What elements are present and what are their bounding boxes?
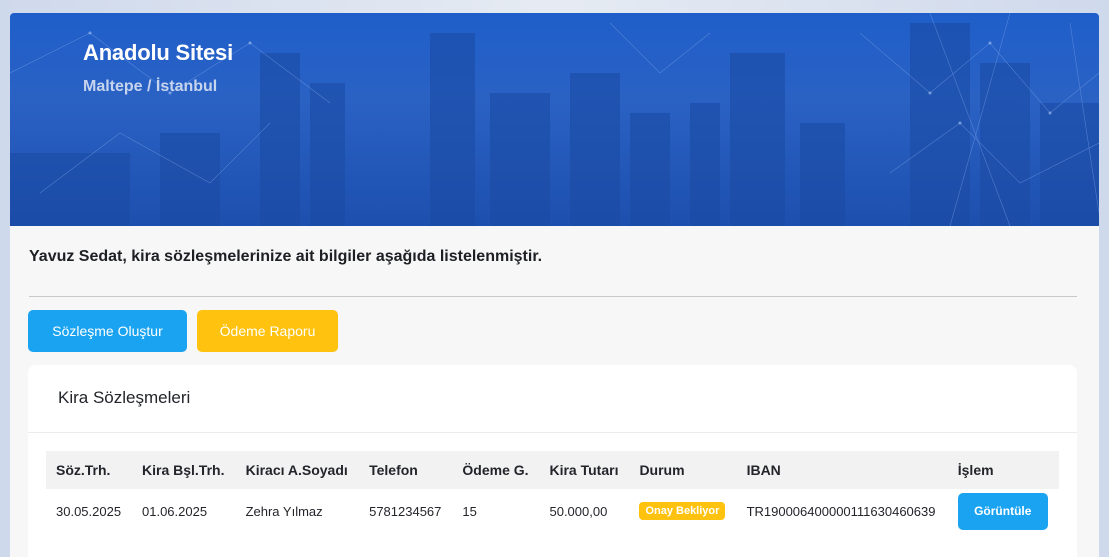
panel-title: Kira Sözleşmeleri — [58, 388, 191, 407]
tenant-cell: Zehra Yılmaz — [245, 503, 323, 519]
amount-cell: 50.000,00 — [549, 503, 608, 519]
column-header: Kira Tutarı — [549, 462, 619, 478]
status-badge: Onay Bekliyor — [639, 502, 726, 520]
column-header: İşlem — [957, 462, 994, 478]
column-header: Kiracı A.Soyadı — [245, 462, 348, 478]
column-header: IBAN — [746, 462, 781, 478]
column-header: Telefon — [369, 462, 418, 478]
contracts-panel: Kira Sözleşmeleri Söz.Trh. Kira Bşl.Trh.… — [28, 365, 1077, 557]
site-location: Maltepe / İstanbul — [83, 78, 218, 95]
action-cell: Görüntüle — [948, 489, 1059, 533]
column-header: Kira Bşl.Trh. — [142, 462, 225, 478]
hero-banner: Anadolu Sitesi Maltepe / İstanbul — [10, 13, 1099, 226]
phone-cell: 5781234567 — [369, 503, 442, 519]
status-cell: Onay Bekliyor — [629, 489, 736, 533]
payment-day-cell: 15 — [462, 503, 477, 519]
contracts-table: Söz.Trh. Kira Bşl.Trh. Kiracı A.Soyadı T… — [46, 451, 1059, 533]
start-date-cell: 01.06.2025 — [142, 503, 208, 519]
divider — [29, 296, 1077, 297]
main-card: Anadolu Sitesi Maltepe / İstanbul Yavuz … — [10, 13, 1099, 557]
column-header: Durum — [639, 462, 685, 478]
site-title: Anadolu Sitesi — [83, 40, 233, 65]
panel-divider — [28, 432, 1077, 433]
table-header-row: Söz.Trh. Kira Bşl.Trh. Kiracı A.Soyadı T… — [46, 451, 1059, 489]
intro-message: Yavuz Sedat, kira sözleşmelerinize ait b… — [29, 248, 543, 265]
column-header: Ödeme G. — [462, 462, 529, 478]
column-header: Söz.Trh. — [56, 462, 111, 478]
payment-report-button[interactable]: Ödeme Raporu — [197, 310, 338, 352]
create-contract-button[interactable]: Sözleşme Oluştur — [28, 310, 187, 352]
table-row: 30.05.2025 01.06.2025 Zehra Yılmaz 57812… — [46, 489, 1059, 533]
contract-date-cell: 30.05.2025 — [56, 503, 122, 519]
view-button[interactable]: Görüntüle — [957, 492, 1048, 530]
iban-cell: TR190006400000111630460639 — [746, 503, 936, 519]
